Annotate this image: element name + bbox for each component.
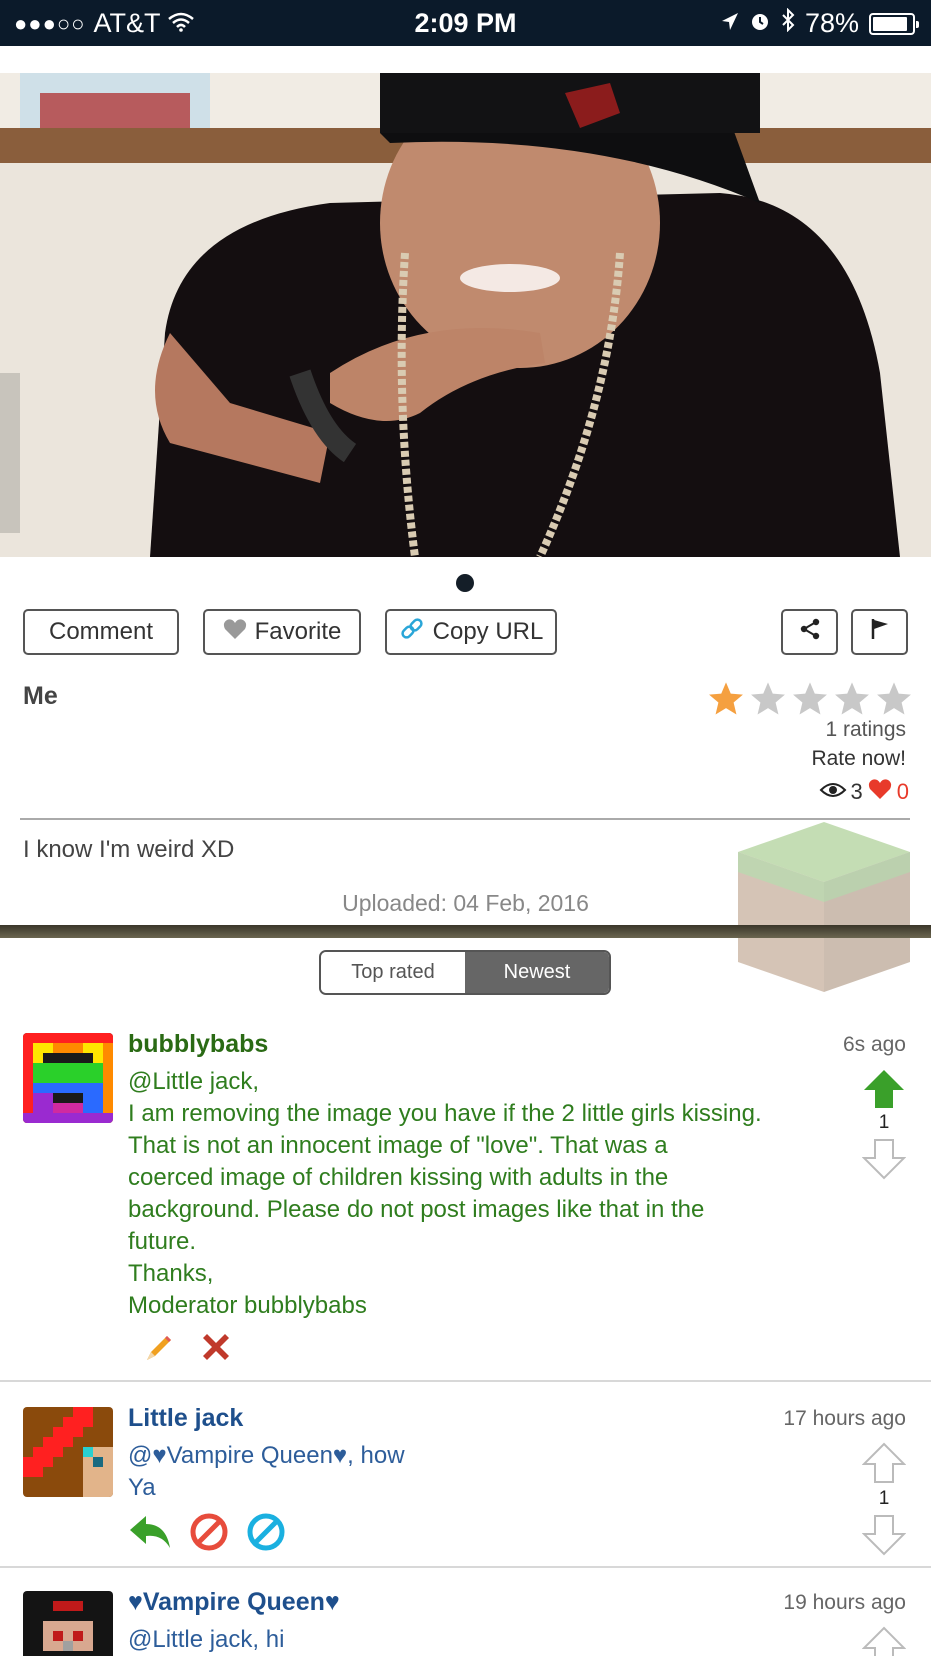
comment-time: 6s ago [842,1033,906,1056]
like-count: 0 [896,779,909,804]
favorite-button[interactable]: Favorite [203,609,361,655]
copy-url-button[interactable]: Copy URL [385,609,557,655]
comment-button-label: Comment [48,618,154,645]
battery-percent: 78% [804,8,859,38]
comment-line: That is not an innocent image of "love".… [128,1132,668,1159]
view-count: 3 [850,779,863,804]
comment-button[interactable]: Comment [23,609,179,655]
comment-author[interactable]: Little jack [128,1404,243,1433]
status-bar: ●●●○○ AT&T 2:09 PM 78% [0,0,931,46]
comment-body: @Little jack, I am removing the image yo… [128,1066,808,1322]
vote-count: 1 [878,1112,890,1133]
comment-body: @Little jack, hi [128,1624,808,1656]
link-icon [399,616,425,649]
downvote-arrow-icon[interactable] [861,1514,907,1556]
bluetooth-icon [781,7,795,39]
avatar[interactable] [23,1033,113,1123]
image-title: Me [23,682,58,710]
comment-author[interactable]: bubblybabs [128,1030,268,1059]
sort-top-rated-tab[interactable]: Top rated [321,952,465,993]
stats: 3 0 [819,778,909,806]
section-divider-bar [0,925,931,938]
comment-line: @Little jack, hi [128,1626,285,1653]
comment-time: 17 hours ago [783,1407,906,1430]
comment-line: Ya [128,1474,156,1501]
comment-divider [0,1566,931,1568]
copy-url-button-label: Copy URL [432,618,544,645]
comment-line: Thanks, [128,1260,214,1287]
comment-line: future. [128,1228,197,1255]
comment-line: Moderator bubblybabs [128,1292,367,1319]
pencil-icon[interactable] [143,1332,175,1369]
comment-line: background. Please do not post images li… [128,1196,705,1223]
location-arrow-icon [721,8,739,39]
upvote-arrow-icon[interactable] [861,1626,907,1656]
heart-icon [223,618,247,647]
star-filled-icon[interactable] [707,680,745,718]
divider [20,818,910,820]
star-empty-icon[interactable] [791,680,829,718]
star-empty-icon[interactable] [833,680,871,718]
comment-line: coerced image of children kissing with a… [128,1164,669,1191]
avatar[interactable] [23,1591,113,1656]
comment-divider [0,1380,931,1382]
sort-newest-tab[interactable]: Newest [465,952,609,993]
avatar[interactable] [23,1407,113,1497]
block-blue-icon[interactable] [246,1512,286,1557]
comment-line: @Little jack, [128,1068,260,1095]
report-button[interactable] [851,609,908,655]
star-empty-icon[interactable] [749,680,787,718]
eye-icon [819,779,847,805]
image-description: I know I'm weird XD [23,836,235,863]
upvote-arrow-icon[interactable] [861,1442,907,1484]
rate-now-link[interactable]: Rate now! [811,747,906,771]
upload-date: Uploaded: 04 Feb, 2016 [342,890,589,916]
block-red-icon[interactable] [189,1512,229,1557]
upvote-arrow-icon[interactable] [862,1068,906,1110]
battery-icon [869,12,919,35]
delete-x-icon[interactable] [199,1330,233,1369]
star-rating[interactable] [707,680,913,718]
photo[interactable] [0,73,931,557]
alarm-icon [749,8,771,39]
comment-author[interactable]: ♥Vampire Queen♥ [128,1588,340,1617]
reply-icon[interactable] [128,1514,172,1555]
star-empty-icon[interactable] [875,680,913,718]
share-button[interactable] [781,609,838,655]
comment-time: 19 hours ago [783,1591,906,1614]
share-icon [798,617,822,648]
comment-line: I am removing the image you have if the … [128,1100,762,1127]
favorite-button-label: Favorite [254,618,342,645]
ratings-count: 1 ratings [825,718,906,741]
vote-count: 1 [878,1488,890,1509]
comment-sort-toggle: Top rated Newest [319,950,611,995]
heart-icon [867,778,893,806]
page-indicator-dot [456,574,474,592]
flag-icon [868,617,892,648]
comment-body: @♥Vampire Queen♥, how Ya [128,1440,808,1504]
downvote-arrow-icon[interactable] [861,1138,907,1180]
comment-line: @♥Vampire Queen♥, how [128,1442,405,1469]
